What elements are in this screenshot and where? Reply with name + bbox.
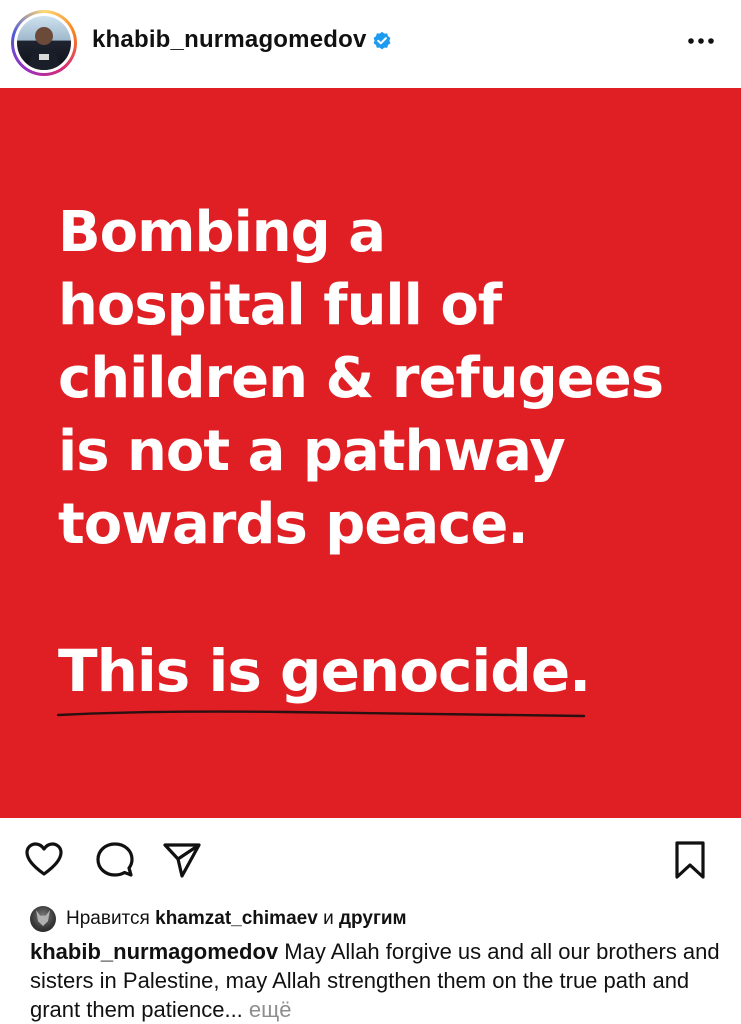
post-header: khabib_nurmagomedov	[0, 0, 741, 86]
post-username[interactable]: khabib_nurmagomedov	[92, 26, 367, 54]
comment-icon[interactable]	[95, 840, 135, 880]
heart-icon[interactable]	[24, 840, 64, 880]
post-image[interactable]: Bombing a hospital full of children & re…	[0, 88, 741, 818]
post-actions-bar	[0, 818, 741, 898]
caption-username[interactable]: khabib_nurmagomedov	[30, 939, 278, 964]
bookmark-icon[interactable]	[670, 840, 710, 880]
handwritten-underline	[56, 710, 586, 718]
story-ring[interactable]	[11, 10, 77, 76]
liker-avatar[interactable]	[30, 906, 56, 932]
likes-summary[interactable]: Нравится khamzat_chimaev и другим	[30, 904, 407, 934]
likes-others-link[interactable]: другим	[339, 908, 407, 930]
likes-prefix: Нравится	[66, 908, 150, 929]
post-emphasis-text: This is genocide.	[58, 637, 591, 705]
verified-badge-icon	[373, 31, 391, 50]
more-horizontal-icon[interactable]	[684, 28, 718, 54]
avatar-person-icon	[27, 27, 61, 70]
avatar[interactable]	[17, 16, 71, 70]
post-image-text: Bombing a hospital full of children & re…	[58, 196, 664, 561]
post-text-line: children & refugees	[58, 346, 664, 411]
post-caption: khabib_nurmagomedov May Allah forgive us…	[30, 937, 720, 1024]
caption-more-link[interactable]: ещё	[249, 997, 292, 1022]
post-text-line: hospital full of	[58, 273, 502, 338]
avatar-frame	[14, 13, 74, 73]
send-icon[interactable]	[162, 840, 202, 880]
post-text-line: is not a pathway	[58, 419, 566, 484]
post-text-line: towards peace.	[58, 492, 529, 557]
post-text-line: Bombing a	[58, 200, 386, 265]
likes-joiner: и	[323, 908, 334, 929]
liker-username[interactable]: khamzat_chimaev	[155, 908, 318, 930]
